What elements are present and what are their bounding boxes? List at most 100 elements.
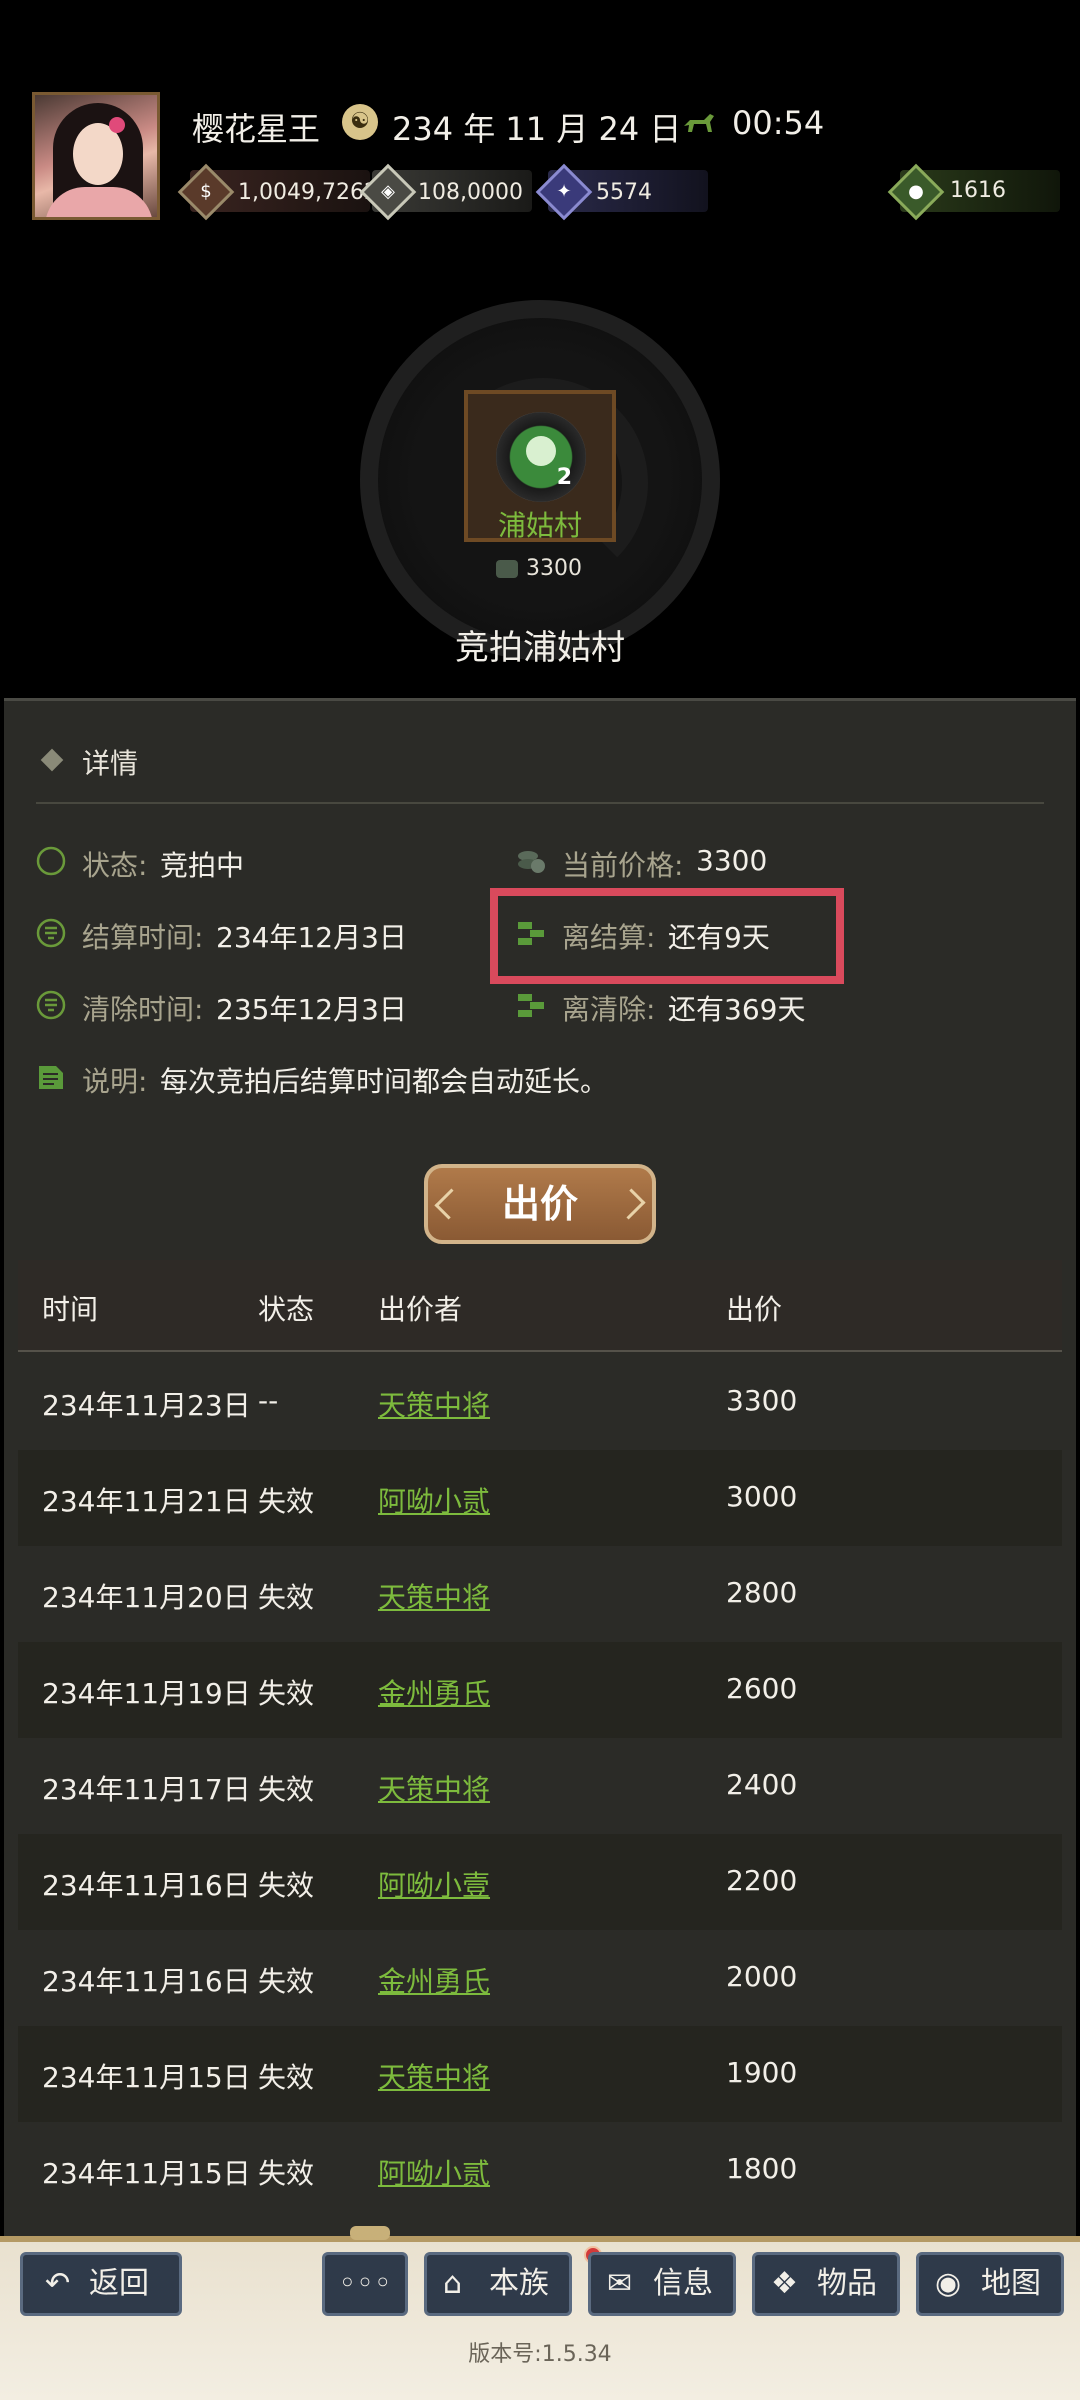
row-price: 1800: [726, 2152, 798, 2185]
brick-icon: [518, 922, 544, 945]
column-header-bidder: 出价者: [378, 1293, 463, 1326]
row-bidder-link[interactable]: 金州勇氏: [378, 1960, 490, 2000]
village-level-badge: 2: [496, 412, 586, 502]
row-status: --: [258, 1384, 279, 1417]
row-bidder-link[interactable]: 天策中将: [378, 1768, 490, 1808]
column-header-time: 时间: [42, 1293, 99, 1326]
undo-arrow-icon: ↶: [45, 2266, 71, 2301]
village-name: 浦姑村: [497, 509, 582, 542]
row-bidder-link[interactable]: 阿呦小壹: [378, 1864, 490, 1904]
row-status: 失效: [258, 1869, 315, 1902]
info-button-label: 信息: [653, 2266, 713, 2301]
clan-button-label: 本族: [489, 2266, 549, 2301]
row-time: 234年11月15日: [42, 2157, 251, 2190]
clan-icon: ⌂: [443, 2266, 463, 2301]
status-value: 竞拍中: [160, 849, 245, 882]
row-time: 234年11月17日: [42, 1773, 251, 1806]
items-button-label: 物品: [817, 2266, 877, 2301]
map-button-label: 地图: [981, 2266, 1041, 2301]
row-bidder-link[interactable]: 阿呦小贰: [378, 1480, 490, 1520]
map-button[interactable]: ◉ 地图: [916, 2252, 1064, 2316]
table-row: 234年11月16日 失效 阿呦小壹 2200: [18, 1834, 1062, 1930]
jade-value: 108,0000: [418, 180, 523, 205]
row-bidder-link[interactable]: 天策中将: [378, 2056, 490, 2096]
section-divider: [36, 802, 1044, 804]
to-clear-label: 离清除:: [562, 993, 656, 1026]
table-header: [18, 1260, 1062, 1352]
village-price: 3300: [526, 556, 582, 581]
row-price: 2800: [726, 1576, 798, 1609]
row-bidder-link[interactable]: 天策中将: [378, 1576, 490, 1616]
info-button[interactable]: ✉ 信息: [588, 2252, 736, 2316]
row-time: 234年11月23日: [42, 1389, 251, 1422]
row-time: 234年11月15日: [42, 2061, 251, 2094]
section-title: 详情: [82, 747, 139, 780]
current-price-value: 3300: [696, 844, 768, 877]
row-time: 234年11月21日: [42, 1485, 251, 1518]
food-value: 1616: [950, 178, 1006, 203]
bid-button[interactable]: 出价: [424, 1164, 656, 1244]
bar-ornament: [350, 2226, 390, 2240]
money-value: 1,0049,7262: [238, 180, 378, 205]
back-button-label: 返回: [89, 2266, 149, 2301]
to-settle-value: 还有9天: [668, 921, 770, 954]
table-row: 234年11月16日 失效 金州勇氏 2000: [18, 1930, 1062, 2026]
row-status: 失效: [258, 1965, 315, 1998]
player-avatar[interactable]: [32, 92, 160, 220]
row-price: 3000: [726, 1480, 798, 1513]
horse-icon: [684, 114, 714, 132]
row-time: 234年11月19日: [42, 1677, 251, 1710]
current-price-label: 当前价格:: [562, 849, 684, 882]
coin-icon: [496, 560, 518, 578]
version-label: 版本号:1.5.34: [468, 2342, 612, 2367]
status-circle-icon: [36, 846, 66, 876]
scroll-note-icon: [39, 1066, 63, 1089]
calendar-icon: [36, 990, 66, 1020]
clear-time-value: 235年12月3日: [216, 993, 407, 1026]
row-price: 1900: [726, 2056, 798, 2089]
table-row: 234年11月23日 -- 天策中将 3300: [18, 1354, 1062, 1450]
table-row: 234年11月17日 失效 天策中将 2400: [18, 1738, 1062, 1834]
status-label: 状态:: [82, 849, 148, 882]
column-header-price: 出价: [726, 1293, 783, 1326]
row-bidder-link[interactable]: 阿呦小贰: [378, 2152, 490, 2192]
row-price: 2400: [726, 1768, 798, 1801]
table-row: 234年11月21日 失效 阿呦小贰 3000: [18, 1450, 1062, 1546]
row-bidder-link[interactable]: 金州勇氏: [378, 1672, 490, 1712]
village-card[interactable]: 2 浦姑村: [464, 390, 616, 542]
more-button[interactable]: ◦◦◦: [322, 2252, 408, 2316]
column-header-status: 状态: [258, 1293, 315, 1326]
clan-button[interactable]: ⌂ 本族: [424, 2252, 572, 2316]
note-label: 说明:: [82, 1065, 148, 1098]
settle-time-label: 结算时间:: [82, 921, 204, 954]
row-time: 234年11月16日: [42, 1965, 251, 1998]
game-time: 00:54: [732, 104, 825, 142]
row-status: 失效: [258, 1677, 315, 1710]
left-arrow-icon: [434, 1188, 466, 1220]
avatar-flower: [109, 117, 125, 133]
bid-button-label: 出价: [501, 1182, 578, 1226]
row-time: 234年11月20日: [42, 1581, 251, 1614]
row-bidder-link[interactable]: 天策中将: [378, 1384, 490, 1424]
right-arrow-icon: [614, 1188, 646, 1220]
row-status: 失效: [258, 2157, 315, 2190]
note-value: 每次竞拍后结算时间都会自动延长。: [160, 1065, 609, 1098]
coins-icon: [518, 851, 545, 873]
items-button[interactable]: ❖ 物品: [752, 2252, 900, 2316]
game-date: 234 年 11 月 24 日: [392, 110, 682, 148]
items-bag-icon: ❖: [771, 2266, 798, 2301]
table-row: 234年11月15日 失效 天策中将 1900: [18, 2026, 1062, 2122]
auction-title: 竞拍浦姑村: [455, 628, 625, 668]
clear-time-label: 清除时间:: [82, 993, 204, 1026]
back-button[interactable]: ↶ 返回: [20, 2252, 182, 2316]
manpower-value: 5574: [596, 180, 652, 205]
globe-icon: ◉: [935, 2266, 962, 2301]
app-root: 樱花星王 ☯ 234 年 11 月 24 日 00:54 $ 1,0049,72…: [0, 0, 1080, 2400]
village-level: 2: [556, 465, 572, 490]
row-price: 2200: [726, 1864, 798, 1897]
row-status: 失效: [258, 1581, 315, 1614]
settle-time-value: 234年12月3日: [216, 921, 407, 954]
row-status: 失效: [258, 1485, 315, 1518]
brick-icon: [518, 994, 544, 1017]
chat-bubble-icon: ✉: [607, 2266, 633, 2301]
